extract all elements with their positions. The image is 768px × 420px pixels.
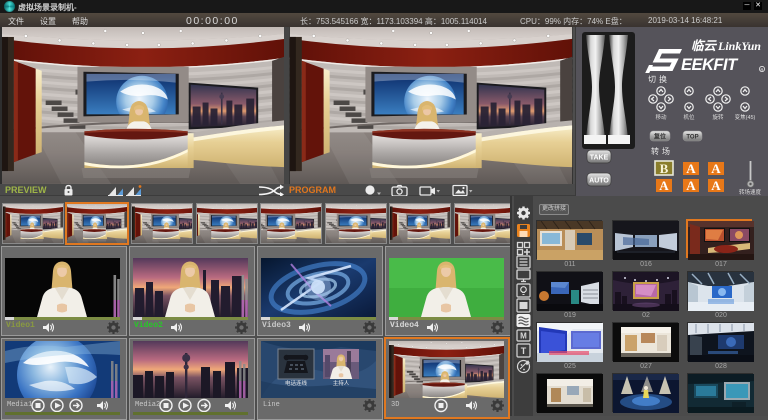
svg-text:AUTO: AUTO (589, 178, 609, 185)
svg-text:R: R (761, 67, 764, 72)
svg-text:LinkYun: LinkYun (717, 39, 761, 53)
svg-text:转场速度: 转场速度 (739, 188, 762, 196)
svg-text:临云: 临云 (691, 39, 718, 53)
svg-text:M: M (520, 332, 527, 341)
svg-text:移动: 移动 (655, 113, 667, 121)
svg-text:A: A (659, 178, 669, 193)
svg-text:A: A (711, 178, 721, 193)
svg-text:A: A (686, 161, 696, 176)
svg-text:T: T (521, 346, 527, 356)
svg-text:A: A (686, 178, 696, 193)
svg-text:EEKFIT: EEKFIT (681, 56, 739, 74)
svg-text:切换: 切换 (648, 74, 670, 84)
svg-text:复位: 复位 (653, 133, 666, 141)
svg-text:旋转: 旋转 (712, 113, 724, 121)
svg-text:电话连线: 电话连线 (285, 379, 308, 387)
svg-text:机位: 机位 (683, 113, 695, 121)
svg-text:A: A (711, 161, 721, 176)
svg-text:TAKE: TAKE (590, 155, 609, 162)
svg-text:转场: 转场 (651, 146, 673, 156)
svg-text:B: B (660, 161, 669, 176)
svg-text:变焦(45): 变焦(45) (735, 113, 756, 121)
svg-text:主持人: 主持人 (333, 379, 350, 387)
svg-text:TOP: TOP (686, 135, 698, 141)
